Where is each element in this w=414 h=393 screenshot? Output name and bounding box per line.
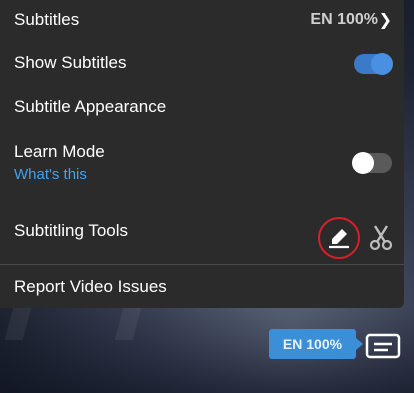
subtitle-appearance-label: Subtitle Appearance xyxy=(14,97,167,116)
subtitles-label: Subtitles xyxy=(14,10,80,29)
menu-item-report-video-issues[interactable]: Report Video Issues xyxy=(0,268,404,308)
learn-mode-toggle[interactable] xyxy=(352,152,392,174)
subtitles-language-value: EN 100% xyxy=(310,11,378,28)
report-video-issues-label: Report Video Issues xyxy=(14,277,167,296)
scissors-button[interactable] xyxy=(368,222,394,252)
menu-item-learn-mode: Learn Mode What's this xyxy=(0,134,404,190)
subtitles-button[interactable] xyxy=(364,332,402,362)
scissors-icon xyxy=(369,225,393,251)
subtitle-settings-menu: Subtitles EN 100% ❯ Show Subtitles Subti… xyxy=(0,0,404,308)
learn-mode-label: Learn Mode xyxy=(14,142,105,161)
show-subtitles-toggle[interactable] xyxy=(354,53,393,75)
toggle-knob xyxy=(352,152,374,174)
subtitles-icon xyxy=(365,333,401,359)
menu-item-subtitle-appearance[interactable]: Subtitle Appearance xyxy=(0,88,404,128)
pencil-edit-button[interactable] xyxy=(318,217,360,259)
pencil-edit-icon xyxy=(329,229,349,249)
show-subtitles-label: Show Subtitles xyxy=(14,53,127,72)
subtitling-tools-label: Subtitling Tools xyxy=(14,221,129,240)
menu-divider xyxy=(0,264,404,265)
chevron-right-icon: ❯ xyxy=(378,12,392,29)
menu-item-show-subtitles[interactable]: Show Subtitles xyxy=(0,44,404,84)
menu-item-subtitles[interactable]: Subtitles EN 100% ❯ xyxy=(0,0,404,40)
toggle-knob xyxy=(371,53,393,75)
whats-this-link[interactable]: What's this xyxy=(14,166,87,183)
subtitle-language-badge[interactable]: EN 100% xyxy=(269,329,363,359)
